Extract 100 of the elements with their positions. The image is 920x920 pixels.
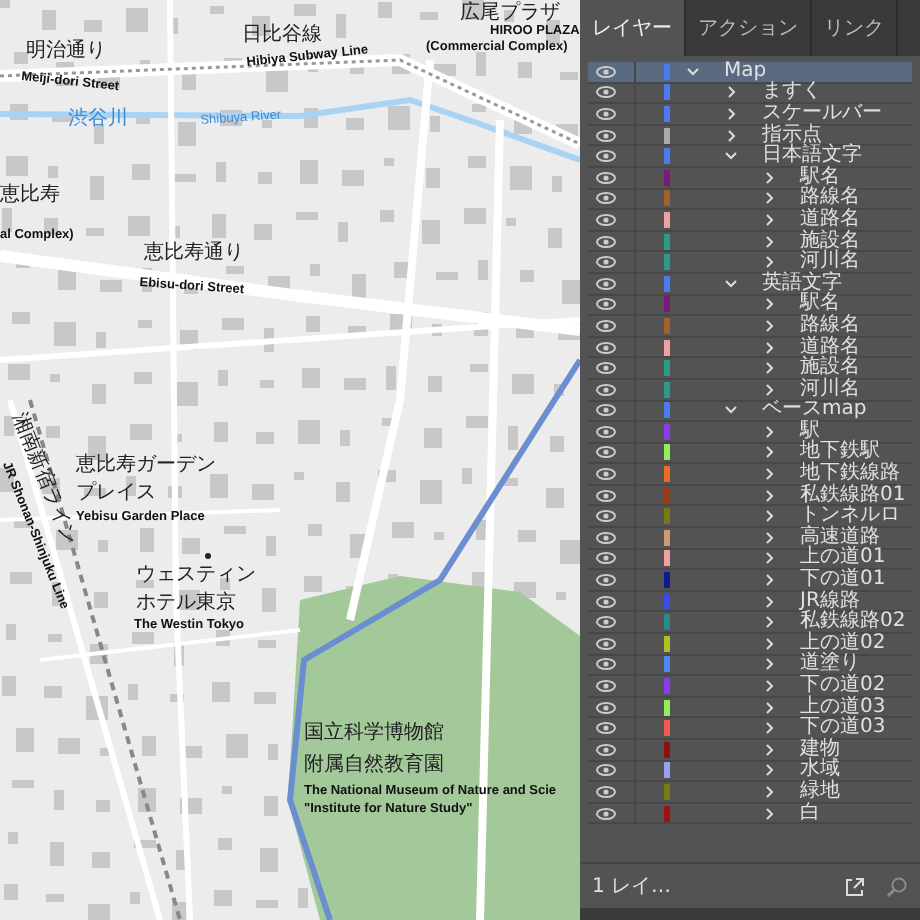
panel-tab[interactable]: アクション xyxy=(686,0,812,56)
chevron-icon[interactable] xyxy=(762,552,776,565)
eye-icon[interactable] xyxy=(596,616,616,629)
chevron-icon[interactable] xyxy=(724,277,738,290)
layer-row[interactable]: 私鉄線路01 xyxy=(588,485,912,507)
layer-row[interactable]: 河川名 xyxy=(588,252,912,274)
eye-icon[interactable] xyxy=(596,404,616,417)
layer-row[interactable]: ますく xyxy=(588,83,912,105)
eye-icon[interactable] xyxy=(596,213,616,226)
layer-row[interactable]: スケールバー xyxy=(588,104,912,126)
layer-row[interactable]: 水域 xyxy=(588,761,912,783)
export-icon[interactable] xyxy=(844,875,866,897)
layer-row[interactable]: 路線名 xyxy=(588,316,912,338)
chevron-icon[interactable] xyxy=(762,256,776,269)
eye-icon[interactable] xyxy=(596,807,616,820)
layer-row[interactable]: 上の道03 xyxy=(588,697,912,719)
eye-icon[interactable] xyxy=(596,129,616,142)
eye-icon[interactable] xyxy=(596,171,616,184)
eye-icon[interactable] xyxy=(596,150,616,163)
eye-icon[interactable] xyxy=(596,658,616,671)
eye-icon[interactable] xyxy=(596,701,616,714)
eye-icon[interactable] xyxy=(596,341,616,354)
chevron-icon[interactable] xyxy=(762,637,776,650)
chevron-icon[interactable] xyxy=(762,192,776,205)
eye-icon[interactable] xyxy=(596,468,616,481)
layer-row[interactable]: JR線路 xyxy=(588,591,912,613)
eye-icon[interactable] xyxy=(596,362,616,375)
panel-tab[interactable]: レイヤー xyxy=(580,0,686,56)
chevron-icon[interactable] xyxy=(762,531,776,544)
eye-icon[interactable] xyxy=(596,425,616,438)
chevron-icon[interactable] xyxy=(762,722,776,735)
layer-row[interactable]: 道塗り xyxy=(588,655,912,677)
eye-icon[interactable] xyxy=(596,235,616,248)
chevron-icon[interactable] xyxy=(762,213,776,226)
chevron-icon[interactable] xyxy=(762,235,776,248)
eye-icon[interactable] xyxy=(596,277,616,290)
layer-row[interactable]: ベースmap xyxy=(588,401,912,423)
chevron-icon[interactable] xyxy=(762,574,776,587)
chevron-icon[interactable] xyxy=(762,362,776,375)
chevron-icon[interactable] xyxy=(724,86,738,99)
chevron-icon[interactable] xyxy=(762,616,776,629)
chevron-icon[interactable] xyxy=(762,298,776,311)
layer-row[interactable]: 地下鉄線路 xyxy=(588,464,912,486)
eye-icon[interactable] xyxy=(596,785,616,798)
eye-icon[interactable] xyxy=(596,595,616,608)
layer-row[interactable]: 下の道02 xyxy=(588,676,912,698)
eye-icon[interactable] xyxy=(596,383,616,396)
eye-icon[interactable] xyxy=(596,298,616,311)
layer-row[interactable]: 緑地 xyxy=(588,782,912,804)
chevron-icon[interactable] xyxy=(762,341,776,354)
chevron-icon[interactable] xyxy=(762,425,776,438)
chevron-icon[interactable] xyxy=(724,404,738,417)
eye-icon[interactable] xyxy=(596,764,616,777)
chevron-icon[interactable] xyxy=(724,107,738,120)
eye-icon[interactable] xyxy=(596,637,616,650)
eye-icon[interactable] xyxy=(596,319,616,332)
chevron-icon[interactable] xyxy=(762,446,776,459)
eye-icon[interactable] xyxy=(596,256,616,269)
layer-row[interactable]: 施設名 xyxy=(588,358,912,380)
layer-row[interactable]: 道路名 xyxy=(588,210,912,232)
layer-row[interactable]: 白 xyxy=(588,803,912,825)
chevron-icon[interactable] xyxy=(762,595,776,608)
eye-icon[interactable] xyxy=(596,489,616,502)
chevron-icon[interactable] xyxy=(762,171,776,184)
chevron-icon[interactable] xyxy=(762,680,776,693)
layer-row[interactable]: 駅名 xyxy=(588,295,912,317)
eye-icon[interactable] xyxy=(596,743,616,756)
eye-icon[interactable] xyxy=(596,107,616,120)
chevron-icon[interactable] xyxy=(724,150,738,163)
chevron-icon[interactable] xyxy=(762,743,776,756)
eye-icon[interactable] xyxy=(596,510,616,523)
eye-icon[interactable] xyxy=(596,680,616,693)
layer-row[interactable]: 日本語文字 xyxy=(588,146,912,168)
chevron-icon[interactable] xyxy=(762,468,776,481)
layer-row[interactable]: 私鉄線路02 xyxy=(588,612,912,635)
eye-icon[interactable] xyxy=(596,65,616,78)
panel-tab[interactable]: リンク xyxy=(812,0,898,56)
chevron-icon[interactable] xyxy=(762,764,776,777)
chevron-icon[interactable] xyxy=(762,319,776,332)
chevron-icon[interactable] xyxy=(762,658,776,671)
eye-icon[interactable] xyxy=(596,552,616,565)
layer-row[interactable]: 路線名 xyxy=(588,189,912,211)
chevron-icon[interactable] xyxy=(762,785,776,798)
eye-icon[interactable] xyxy=(596,531,616,544)
eye-icon[interactable] xyxy=(596,86,616,99)
chevron-icon[interactable] xyxy=(724,129,738,142)
layer-row[interactable]: 河川名 xyxy=(588,379,912,401)
chevron-icon[interactable] xyxy=(762,701,776,714)
chevron-icon[interactable] xyxy=(762,510,776,523)
layer-row[interactable]: 下の道03 xyxy=(588,718,912,740)
chevron-icon[interactable] xyxy=(762,489,776,502)
layer-row[interactable]: 下の道01 xyxy=(588,570,912,592)
chevron-icon[interactable] xyxy=(686,65,700,78)
eye-icon[interactable] xyxy=(596,446,616,459)
layer-row[interactable]: 上の道01 xyxy=(588,549,912,571)
layer-row[interactable]: Map xyxy=(588,62,912,84)
layer-row[interactable]: 道路名 xyxy=(588,337,912,359)
eye-icon[interactable] xyxy=(596,574,616,587)
eye-icon[interactable] xyxy=(596,192,616,205)
chevron-icon[interactable] xyxy=(762,383,776,396)
